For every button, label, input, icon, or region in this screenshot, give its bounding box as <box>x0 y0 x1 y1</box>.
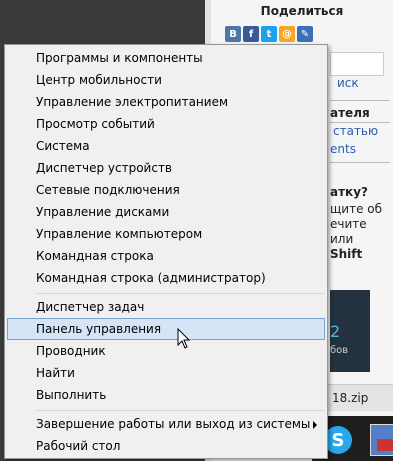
menu-item[interactable]: Командная строка <box>7 245 325 267</box>
menu-item[interactable]: Центр мобильности <box>7 69 325 91</box>
share-icons: Bf t @ ✎ <box>225 26 313 42</box>
menu-item[interactable]: Диспетчер устройств <box>7 157 325 179</box>
article-link[interactable]: статью <box>333 124 378 138</box>
download-filename[interactable]: 18.zip <box>332 391 368 405</box>
menu-separator <box>35 293 325 294</box>
section-heading: ателя <box>330 106 370 120</box>
ad-banner[interactable]: 2 бов <box>330 290 370 372</box>
divider <box>330 162 390 163</box>
search-input[interactable] <box>330 52 384 76</box>
menu-item[interactable]: Выполнить <box>7 384 325 406</box>
menu-item[interactable]: Завершение работы или выход из системы <box>7 413 325 435</box>
menu-item[interactable]: Управление дисками <box>7 201 325 223</box>
mouse-cursor-icon <box>177 328 191 349</box>
body-text-line: или <box>330 232 354 246</box>
body-text-line: ечите <box>330 217 367 231</box>
body-text-line: щите об <box>330 202 383 216</box>
menu-item[interactable]: Управление электропитанием <box>7 91 325 113</box>
shift-key-text: Shift <box>330 247 363 261</box>
facebook-icon[interactable]: f <box>243 26 259 42</box>
submenu-arrow-icon <box>313 421 317 429</box>
menu-item[interactable]: Сетевые подключения <box>7 179 325 201</box>
ad-number: 2 <box>330 322 341 341</box>
menu-item[interactable]: Программы и компоненты <box>7 47 325 69</box>
twitter-icon[interactable]: t <box>261 26 277 42</box>
menu-item[interactable]: Управление компьютером <box>7 223 325 245</box>
taskbar-app-icon[interactable] <box>370 424 393 456</box>
menu-item[interactable]: Найти <box>7 362 325 384</box>
search-link[interactable]: иск <box>337 76 359 90</box>
menu-item[interactable]: Рабочий стол <box>7 435 325 457</box>
blog-icon[interactable]: ✎ <box>297 26 313 42</box>
vk-icon[interactable]: B <box>225 26 241 42</box>
question-heading: атку? <box>330 185 368 199</box>
context-menu: Программы и компоненты Центр мобильности У… <box>4 44 328 459</box>
divider <box>330 122 390 123</box>
mail-icon[interactable]: @ <box>279 26 295 42</box>
menu-item[interactable]: Диспетчер задач <box>7 296 325 318</box>
menu-item[interactable]: Панель управления <box>7 318 325 340</box>
menu-item[interactable]: Система <box>7 135 325 157</box>
share-title: Поделиться <box>260 4 344 18</box>
menu-separator <box>35 410 325 411</box>
comments-link[interactable]: ents <box>330 142 356 156</box>
menu-item[interactable]: Командная строка (администратор) <box>7 267 325 289</box>
divider <box>330 100 390 101</box>
menu-item[interactable]: Проводник <box>7 340 325 362</box>
ad-subtext: бов <box>330 345 349 356</box>
skype-icon[interactable]: S <box>324 426 352 454</box>
menu-item[interactable]: Просмотр событий <box>7 113 325 135</box>
